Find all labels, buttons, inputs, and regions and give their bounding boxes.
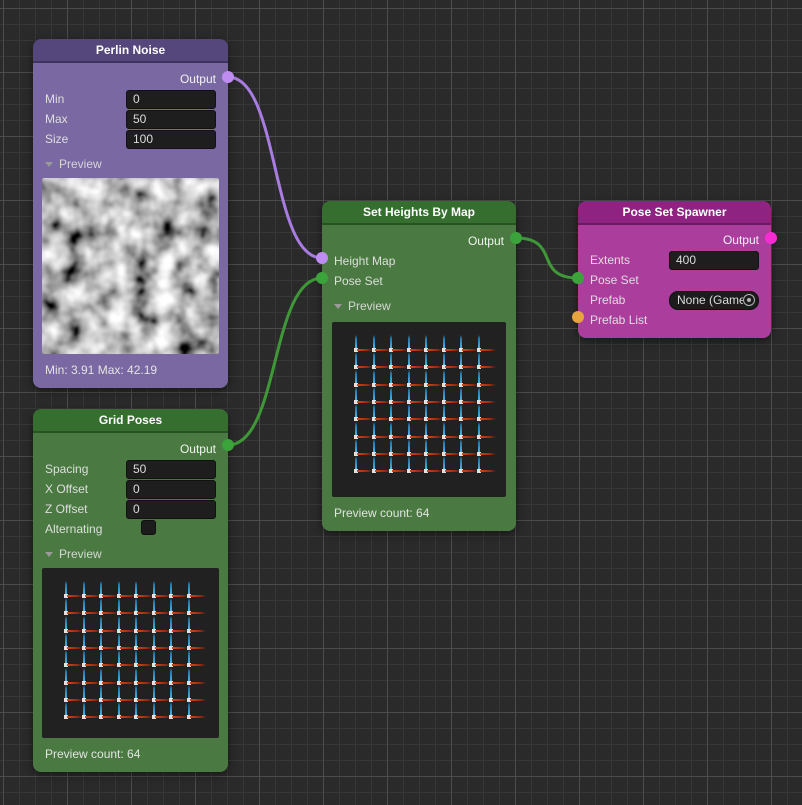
height-map-port-label: Height Map (334, 254, 504, 268)
max-input[interactable] (126, 110, 216, 129)
field-row-spacing: Spacing (33, 459, 228, 479)
z-offset-input[interactable] (126, 500, 216, 519)
pose-set-port-label: Pose Set (590, 273, 759, 287)
port-heights-output[interactable] (510, 232, 522, 244)
pose-marker (354, 469, 358, 473)
node-pose-set-spawner[interactable]: Pose Set Spawner Output Extents Pose Set… (578, 201, 771, 338)
wire[interactable] (516, 238, 578, 278)
pose-marker (407, 469, 411, 473)
min-label: Min (45, 92, 126, 106)
output-port-label: Output (723, 233, 759, 247)
pose-grid (332, 322, 506, 497)
size-input[interactable] (126, 130, 216, 149)
spacing-input[interactable] (126, 460, 216, 479)
preview-foldout-grid[interactable]: Preview (33, 544, 228, 564)
port-perlin-output[interactable] (222, 71, 234, 83)
prefab-object-value: None (Game (677, 293, 743, 307)
z-offset-label: Z Offset (45, 502, 126, 516)
output-port-label: Output (180, 442, 216, 456)
node-title-set-heights[interactable]: Set Heights By Map (322, 201, 516, 225)
wire[interactable] (228, 77, 322, 258)
node-body-perlin-noise: Output Min Max Size Preview (33, 63, 228, 388)
output-port-label: Output (180, 72, 216, 86)
object-picker-icon[interactable] (743, 294, 755, 306)
wire[interactable] (228, 278, 322, 445)
pose-marker (134, 715, 138, 719)
node-set-heights-by-map[interactable]: Set Heights By Map Output Height Map Pos… (322, 201, 516, 531)
preview-foldout-label: Preview (59, 157, 102, 171)
pose-marker (99, 715, 103, 719)
port-heights-poseset[interactable] (316, 272, 328, 284)
port-grid-output[interactable] (222, 439, 234, 451)
field-row-size: Size (33, 129, 228, 149)
node-title-grid-poses[interactable]: Grid Poses (33, 409, 228, 433)
field-row-prefab: Prefab None (Game (578, 290, 771, 310)
min-input[interactable] (126, 90, 216, 109)
spacing-label: Spacing (45, 462, 126, 476)
alternating-checkbox[interactable] (141, 520, 156, 535)
foldout-arrow-icon (45, 162, 53, 167)
node-body-pose-set-spawner: Output Extents Pose Set Prefab None (Gam… (578, 225, 771, 338)
pose-marker (187, 715, 191, 719)
extents-label: Extents (590, 253, 669, 267)
prefab-list-port-label: Prefab List (590, 313, 759, 327)
preview-foldout-heights[interactable]: Preview (322, 296, 516, 316)
node-title-perlin-noise[interactable]: Perlin Noise (33, 39, 228, 63)
grid-poses-preview-image (42, 568, 219, 738)
foldout-arrow-icon (45, 552, 53, 557)
graph-canvas[interactable]: Perlin Noise Output Min Max Size Preview (0, 0, 802, 805)
prefab-object-field[interactable]: None (Game (669, 291, 759, 310)
node-grid-poses[interactable]: Grid Poses Output Spacing X Offset Z Off… (33, 409, 228, 772)
field-row-alternating: Alternating (33, 519, 228, 539)
output-port-label: Output (468, 234, 504, 248)
prefab-label: Prefab (590, 293, 669, 307)
preview-foldout-label: Preview (59, 547, 102, 561)
foldout-arrow-icon (334, 304, 342, 309)
size-label: Size (45, 132, 126, 146)
max-label: Max (45, 112, 126, 126)
pose-marker (389, 469, 393, 473)
pose-marker (424, 469, 428, 473)
field-row-min: Min (33, 89, 228, 109)
pose-grid (42, 568, 219, 738)
port-spawner-prefablist[interactable] (572, 311, 584, 323)
port-spawner-poseset[interactable] (572, 272, 584, 284)
pose-marker (459, 469, 463, 473)
x-offset-label: X Offset (45, 482, 126, 496)
perlin-noise-preview-image (42, 178, 219, 354)
port-spawner-output[interactable] (765, 232, 777, 244)
pose-set-port-label: Pose Set (334, 274, 504, 288)
pose-marker (152, 715, 156, 719)
heights-preview-image (332, 322, 506, 497)
pose-marker (117, 715, 121, 719)
field-row-extents: Extents (578, 250, 771, 270)
pose-marker (169, 715, 173, 719)
preview-foldout-perlin[interactable]: Preview (33, 154, 228, 174)
pose-marker (442, 469, 446, 473)
field-row-z-offset: Z Offset (33, 499, 228, 519)
pose-marker (82, 715, 86, 719)
extents-input[interactable] (669, 251, 759, 270)
perlin-stats-text: Min: 3.91 Max: 42.19 (45, 363, 157, 377)
port-heights-heightmap[interactable] (316, 252, 328, 264)
field-row-max: Max (33, 109, 228, 129)
grid-preview-count: Preview count: 64 (45, 747, 140, 761)
x-offset-input[interactable] (126, 480, 216, 499)
node-perlin-noise[interactable]: Perlin Noise Output Min Max Size Preview (33, 39, 228, 388)
heights-preview-count: Preview count: 64 (334, 506, 429, 520)
field-row-x-offset: X Offset (33, 479, 228, 499)
node-body-set-heights: Output Height Map Pose Set Preview Previ… (322, 225, 516, 531)
pose-marker (64, 715, 68, 719)
preview-foldout-label: Preview (348, 299, 391, 313)
alternating-label: Alternating (45, 522, 141, 536)
node-title-pose-set-spawner[interactable]: Pose Set Spawner (578, 201, 771, 225)
pose-marker (477, 469, 481, 473)
node-body-grid-poses: Output Spacing X Offset Z Offset Alterna… (33, 433, 228, 772)
pose-marker (372, 469, 376, 473)
